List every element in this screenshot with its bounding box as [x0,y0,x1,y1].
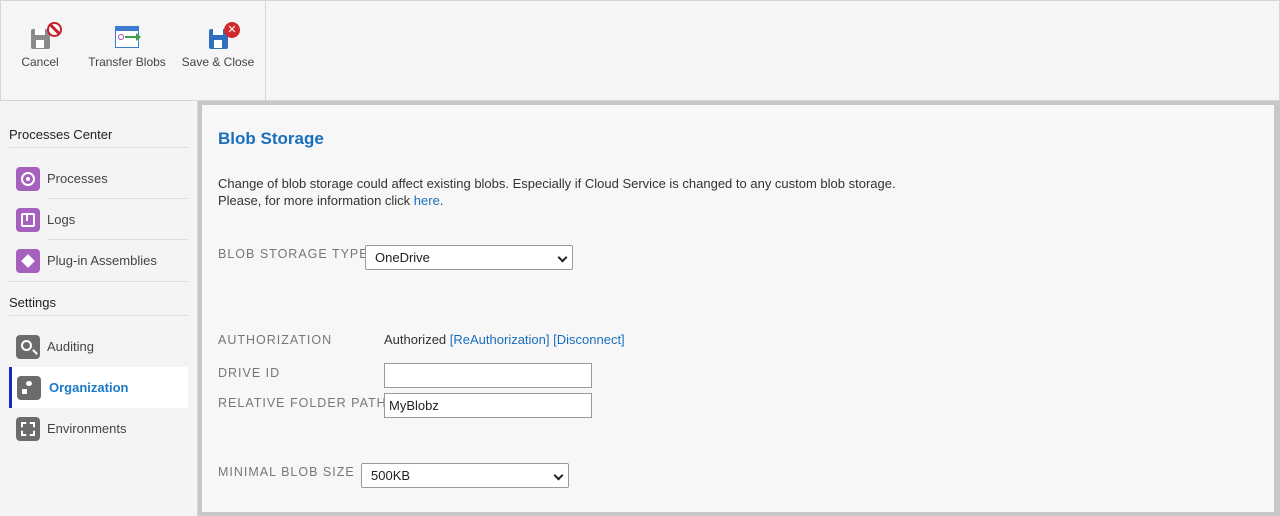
transfer-blobs-icon [110,21,144,53]
sidebar-item-label: Logs [47,212,76,227]
organization-icon [17,376,46,400]
sidebar-item-label: Environments [47,421,127,436]
cancel-button-label: Cancel [21,55,59,69]
minimal-blob-size-label: Minimal Blob Size [218,465,355,479]
blob-storage-type-select[interactable]: OneDrive [365,245,573,270]
sidebar-item-label: Plug-in Assemblies [47,253,157,268]
sidebar-section-processes-center: Processes Center [9,127,113,142]
sidebar-item-environments[interactable]: Environments [9,408,188,449]
description-suffix: . [439,193,444,208]
page-title: Blob Storage [218,129,324,148]
sidebar-item-auditing[interactable]: Auditing [9,326,188,367]
relative-folder-path-input[interactable] [384,393,592,418]
minimal-blob-size-select[interactable]: 500KB [361,463,569,488]
description-prefix: Please, for more information click [218,193,414,208]
cancel-button[interactable]: Cancel [15,21,65,73]
save-close-button[interactable]: ✕ Save & Close [181,21,255,73]
authorization-label: Authorization [218,333,333,347]
sidebar-item-organization[interactable]: Organization [9,367,188,408]
chevron-down-icon [553,470,564,481]
disconnect-link[interactable]: [Disconnect] [553,332,625,347]
sidebar-item-label: Processes [47,171,108,186]
blob-storage-type-value: OneDrive [375,250,430,265]
transfer-blobs-button[interactable]: Transfer Blobs [87,21,167,73]
sidebar-divider [9,147,188,148]
authorization-value: Authorized [ReAuthorization] [Disconnect… [384,332,625,347]
sidebar-section-settings: Settings [9,295,56,310]
drive-id-label: Drive ID [218,366,281,380]
sidebar-item-processes[interactable]: Processes [9,158,188,199]
main-content: Blob Storage Change of blob storage coul… [198,101,1280,516]
sidebar-item-plugin-assemblies[interactable]: Plug-in Assemblies [9,240,188,281]
blob-storage-type-label: Blob Storage Type [218,247,369,261]
transfer-blobs-button-label: Transfer Blobs [88,55,166,69]
here-link[interactable]: here [414,193,440,208]
plugin-assemblies-icon [16,249,40,273]
auditing-icon [16,335,40,359]
reauthorization-link[interactable]: [ReAuthorization] [450,332,550,347]
sidebar-divider [9,315,188,316]
description-line-1: Change of blob storage could affect exis… [218,176,896,191]
sidebar: Processes Center Processes Logs Plug-in … [0,101,198,516]
minimal-blob-size-value: 500KB [371,468,411,483]
description-line-2: Please, for more information click here. [218,192,896,209]
processes-icon [16,167,40,191]
environments-icon [16,417,40,441]
toolbar: Cancel Transfer Blobs ✕ Save & Close [0,0,1280,101]
logs-icon [16,208,40,232]
authorization-status: Authorized [384,332,447,347]
description: Change of blob storage could affect exis… [218,175,896,209]
sidebar-divider [9,281,188,282]
blob-storage-panel: Blob Storage Change of blob storage coul… [202,105,1274,512]
sidebar-item-logs[interactable]: Logs [9,199,188,240]
toolbar-button-group: Cancel Transfer Blobs ✕ Save & Close [1,1,266,101]
relative-folder-path-label: Relative Folder Path [218,396,387,410]
save-close-button-label: Save & Close [181,55,255,69]
chevron-down-icon [557,252,568,263]
sidebar-item-label: Organization [49,380,129,395]
drive-id-input[interactable] [384,363,592,388]
cancel-icon [23,21,62,53]
sidebar-item-label: Auditing [47,339,94,354]
save-close-icon: ✕ [201,21,240,53]
